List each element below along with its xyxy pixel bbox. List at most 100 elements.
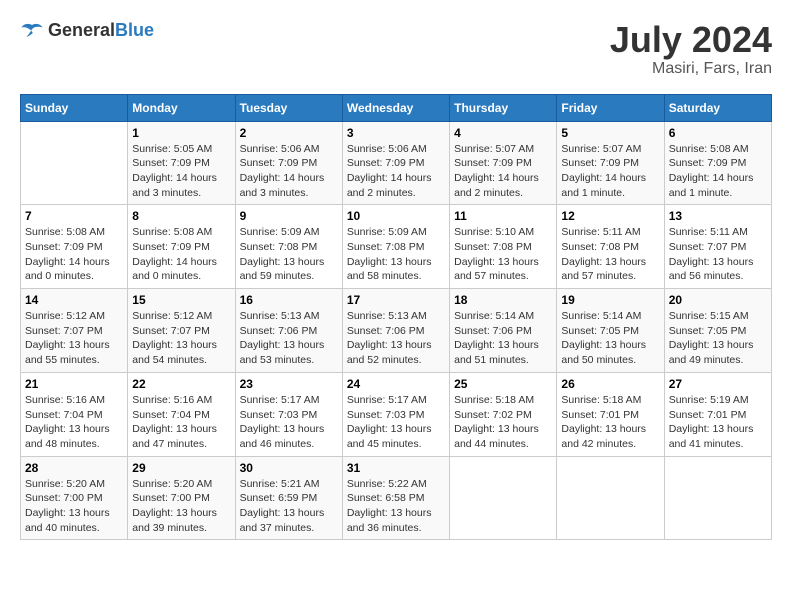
day-info: Sunrise: 5:12 AM Sunset: 7:07 PM Dayligh… <box>25 309 123 368</box>
calendar-cell: 18 Sunrise: 5:14 AM Sunset: 7:06 PM Dayli… <box>450 289 557 373</box>
calendar-cell: 1 Sunrise: 5:05 AM Sunset: 7:09 PM Daylig… <box>128 121 235 205</box>
day-info: Sunrise: 5:16 AM Sunset: 7:04 PM Dayligh… <box>25 393 123 452</box>
logo-general: General <box>48 20 115 40</box>
calendar-cell: 20Sunrise: 5:15 AM Sunset: 7:05 PM Dayli… <box>664 289 771 373</box>
day-info: Sunrise: 5:14 AM Sunset: 7:06 PM Dayligh… <box>454 309 552 368</box>
main-title: July 2024 <box>610 20 772 60</box>
calendar-cell <box>450 456 557 540</box>
day-info: Sunrise: 5:21 AM Sunset: 6:59 PM Dayligh… <box>240 477 338 536</box>
calendar-cell: 23 Sunrise: 5:17 AM Sunset: 7:03 PM Dayli… <box>235 372 342 456</box>
calendar-cell: 28Sunrise: 5:20 AM Sunset: 7:00 PM Dayli… <box>21 456 128 540</box>
calendar-cell: 25 Sunrise: 5:18 AM Sunset: 7:02 PM Dayli… <box>450 372 557 456</box>
calendar-cell: 15Sunrise: 5:12 AM Sunset: 7:07 PM Dayli… <box>128 289 235 373</box>
day-number: 2 <box>240 126 338 140</box>
days-header-row: SundayMondayTuesdayWednesdayThursdayFrid… <box>21 94 772 121</box>
day-number: 22 <box>132 377 230 391</box>
subtitle: Masiri, Fars, Iran <box>610 60 772 78</box>
calendar-week-1: 7 Sunrise: 5:08 AM Sunset: 7:09 PM Daylig… <box>21 205 772 289</box>
day-number: 1 <box>132 126 230 140</box>
logo-blue: Blue <box>115 20 154 40</box>
day-number: 7 <box>25 209 123 223</box>
day-number: 29 <box>132 461 230 475</box>
calendar-cell <box>664 456 771 540</box>
day-header-thursday: Thursday <box>450 94 557 121</box>
day-number: 8 <box>132 209 230 223</box>
day-info: Sunrise: 5:13 AM Sunset: 7:06 PM Dayligh… <box>347 309 445 368</box>
page-header: GeneralBlue July 2024 Masiri, Fars, Iran <box>20 20 772 78</box>
calendar-cell: 27Sunrise: 5:19 AM Sunset: 7:01 PM Dayli… <box>664 372 771 456</box>
calendar-cell: 4 Sunrise: 5:07 AM Sunset: 7:09 PM Daylig… <box>450 121 557 205</box>
calendar-cell: 19 Sunrise: 5:14 AM Sunset: 7:05 PM Dayli… <box>557 289 664 373</box>
calendar-week-0: 1 Sunrise: 5:05 AM Sunset: 7:09 PM Daylig… <box>21 121 772 205</box>
day-number: 23 <box>240 377 338 391</box>
day-number: 18 <box>454 293 552 307</box>
day-info: Sunrise: 5:09 AM Sunset: 7:08 PM Dayligh… <box>347 225 445 284</box>
day-info: Sunrise: 5:08 AM Sunset: 7:09 PM Dayligh… <box>132 225 230 284</box>
day-info: Sunrise: 5:17 AM Sunset: 7:03 PM Dayligh… <box>347 393 445 452</box>
day-number: 31 <box>347 461 445 475</box>
day-info: Sunrise: 5:15 AM Sunset: 7:05 PM Dayligh… <box>669 309 767 368</box>
day-info: Sunrise: 5:11 AM Sunset: 7:07 PM Dayligh… <box>669 225 767 284</box>
day-number: 12 <box>561 209 659 223</box>
day-info: Sunrise: 5:07 AM Sunset: 7:09 PM Dayligh… <box>561 142 659 201</box>
day-info: Sunrise: 5:05 AM Sunset: 7:09 PM Dayligh… <box>132 142 230 201</box>
day-number: 27 <box>669 377 767 391</box>
day-info: Sunrise: 5:11 AM Sunset: 7:08 PM Dayligh… <box>561 225 659 284</box>
calendar-cell: 14 Sunrise: 5:12 AM Sunset: 7:07 PM Dayli… <box>21 289 128 373</box>
day-number: 16 <box>240 293 338 307</box>
calendar-cell: 26 Sunrise: 5:18 AM Sunset: 7:01 PM Dayli… <box>557 372 664 456</box>
day-info: Sunrise: 5:08 AM Sunset: 7:09 PM Dayligh… <box>669 142 767 201</box>
day-info: Sunrise: 5:20 AM Sunset: 7:00 PM Dayligh… <box>25 477 123 536</box>
day-number: 24 <box>347 377 445 391</box>
logo-bird-icon <box>20 21 44 41</box>
day-info: Sunrise: 5:10 AM Sunset: 7:08 PM Dayligh… <box>454 225 552 284</box>
calendar-cell: 21Sunrise: 5:16 AM Sunset: 7:04 PM Dayli… <box>21 372 128 456</box>
calendar-cell: 30 Sunrise: 5:21 AM Sunset: 6:59 PM Dayli… <box>235 456 342 540</box>
calendar-cell: 12 Sunrise: 5:11 AM Sunset: 7:08 PM Dayli… <box>557 205 664 289</box>
day-number: 5 <box>561 126 659 140</box>
calendar-cell: 9 Sunrise: 5:09 AM Sunset: 7:08 PM Daylig… <box>235 205 342 289</box>
day-number: 26 <box>561 377 659 391</box>
calendar-cell: 13Sunrise: 5:11 AM Sunset: 7:07 PM Dayli… <box>664 205 771 289</box>
calendar-cell: 11Sunrise: 5:10 AM Sunset: 7:08 PM Dayli… <box>450 205 557 289</box>
day-header-monday: Monday <box>128 94 235 121</box>
calendar-cell: 22Sunrise: 5:16 AM Sunset: 7:04 PM Dayli… <box>128 372 235 456</box>
day-number: 19 <box>561 293 659 307</box>
day-header-friday: Friday <box>557 94 664 121</box>
title-block: July 2024 Masiri, Fars, Iran <box>610 20 772 78</box>
calendar-cell: 10Sunrise: 5:09 AM Sunset: 7:08 PM Dayli… <box>342 205 449 289</box>
day-info: Sunrise: 5:18 AM Sunset: 7:02 PM Dayligh… <box>454 393 552 452</box>
calendar-cell: 31Sunrise: 5:22 AM Sunset: 6:58 PM Dayli… <box>342 456 449 540</box>
calendar-cell: 5 Sunrise: 5:07 AM Sunset: 7:09 PM Daylig… <box>557 121 664 205</box>
day-number: 3 <box>347 126 445 140</box>
calendar-cell: 8 Sunrise: 5:08 AM Sunset: 7:09 PM Daylig… <box>128 205 235 289</box>
day-number: 25 <box>454 377 552 391</box>
day-number: 9 <box>240 209 338 223</box>
day-info: Sunrise: 5:18 AM Sunset: 7:01 PM Dayligh… <box>561 393 659 452</box>
calendar-cell: 17Sunrise: 5:13 AM Sunset: 7:06 PM Dayli… <box>342 289 449 373</box>
calendar-cell: 3 Sunrise: 5:06 AM Sunset: 7:09 PM Daylig… <box>342 121 449 205</box>
day-info: Sunrise: 5:20 AM Sunset: 7:00 PM Dayligh… <box>132 477 230 536</box>
calendar-cell: 2Sunrise: 5:06 AM Sunset: 7:09 PM Daylig… <box>235 121 342 205</box>
day-info: Sunrise: 5:17 AM Sunset: 7:03 PM Dayligh… <box>240 393 338 452</box>
day-header-wednesday: Wednesday <box>342 94 449 121</box>
day-header-saturday: Saturday <box>664 94 771 121</box>
day-info: Sunrise: 5:12 AM Sunset: 7:07 PM Dayligh… <box>132 309 230 368</box>
calendar-cell: 16Sunrise: 5:13 AM Sunset: 7:06 PM Dayli… <box>235 289 342 373</box>
calendar-table: SundayMondayTuesdayWednesdayThursdayFrid… <box>20 94 772 541</box>
calendar-week-2: 14 Sunrise: 5:12 AM Sunset: 7:07 PM Dayli… <box>21 289 772 373</box>
calendar-cell: 29 Sunrise: 5:20 AM Sunset: 7:00 PM Dayli… <box>128 456 235 540</box>
day-header-sunday: Sunday <box>21 94 128 121</box>
day-number: 14 <box>25 293 123 307</box>
calendar-week-3: 21Sunrise: 5:16 AM Sunset: 7:04 PM Dayli… <box>21 372 772 456</box>
day-number: 30 <box>240 461 338 475</box>
day-info: Sunrise: 5:14 AM Sunset: 7:05 PM Dayligh… <box>561 309 659 368</box>
calendar-cell: 24 Sunrise: 5:17 AM Sunset: 7:03 PM Dayli… <box>342 372 449 456</box>
day-number: 4 <box>454 126 552 140</box>
day-info: Sunrise: 5:09 AM Sunset: 7:08 PM Dayligh… <box>240 225 338 284</box>
day-info: Sunrise: 5:07 AM Sunset: 7:09 PM Dayligh… <box>454 142 552 201</box>
calendar-week-4: 28Sunrise: 5:20 AM Sunset: 7:00 PM Dayli… <box>21 456 772 540</box>
calendar-cell <box>557 456 664 540</box>
day-info: Sunrise: 5:06 AM Sunset: 7:09 PM Dayligh… <box>347 142 445 201</box>
logo: GeneralBlue <box>20 20 154 41</box>
